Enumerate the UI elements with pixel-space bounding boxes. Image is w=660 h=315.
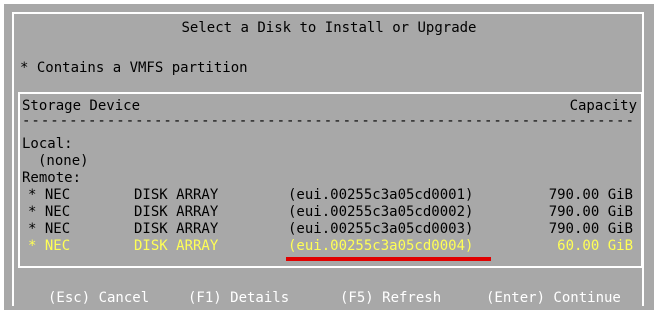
disk-row[interactable]: * NEC DISK ARRAY (eui.00255c3a05cd0002) …: [20, 204, 641, 221]
header-separator: ----------------------------------------…: [22, 116, 635, 126]
column-header-storage-device: Storage Device: [22, 98, 141, 114]
local-none-label: (none): [38, 153, 89, 169]
disk-model: DISK ARRAY: [134, 187, 219, 203]
local-group-label: Local:: [22, 136, 73, 152]
disk-row-selected[interactable]: * NEC DISK ARRAY (eui.00255c3a05cd0004) …: [20, 238, 641, 255]
disk-row[interactable]: * NEC DISK ARRAY (eui.00255c3a05cd0001) …: [20, 187, 641, 204]
disk-capacity: 60.00 GiB: [557, 238, 633, 254]
refresh-key-hint[interactable]: (F5) Refresh: [340, 290, 441, 306]
disk-model: DISK ARRAY: [134, 204, 219, 220]
key-hint-bar: (Esc) Cancel (F1) Details (F5) Refresh (…: [4, 280, 654, 310]
disk-id: (eui.00255c3a05cd0001): [288, 187, 474, 203]
annotation-underline: [286, 257, 491, 261]
continue-key-hint[interactable]: (Enter) Continue: [486, 290, 621, 306]
disk-model: DISK ARRAY: [134, 221, 219, 237]
disk-capacity: 790.00 GiB: [548, 187, 633, 203]
disk-capacity: 790.00 GiB: [548, 204, 633, 220]
remote-group-label: Remote:: [22, 170, 82, 186]
disk-vendor: * NEC: [28, 221, 71, 237]
disk-id: (eui.00255c3a05cd0002): [288, 204, 474, 220]
disk-vendor: * NEC: [28, 238, 71, 254]
disk-vendor: * NEC: [28, 187, 71, 203]
vmfs-note: * Contains a VMFS partition: [20, 60, 248, 76]
storage-device-list[interactable]: Storage Device Capacity ----------------…: [18, 92, 643, 268]
cancel-key-hint[interactable]: (Esc) Cancel: [48, 290, 149, 306]
disk-model: DISK ARRAY: [134, 238, 219, 254]
disk-id: (eui.00255c3a05cd0003): [288, 221, 474, 237]
details-key-hint[interactable]: (F1) Details: [188, 290, 289, 306]
disk-row[interactable]: * NEC DISK ARRAY (eui.00255c3a05cd0003) …: [20, 221, 641, 238]
install-disk-dialog: Select a Disk to Install or Upgrade * Co…: [4, 4, 654, 310]
disk-id: (eui.00255c3a05cd0004): [288, 238, 474, 254]
column-header-capacity: Capacity: [569, 98, 637, 114]
disk-capacity: 790.00 GiB: [548, 221, 633, 237]
disk-vendor: * NEC: [28, 204, 71, 220]
